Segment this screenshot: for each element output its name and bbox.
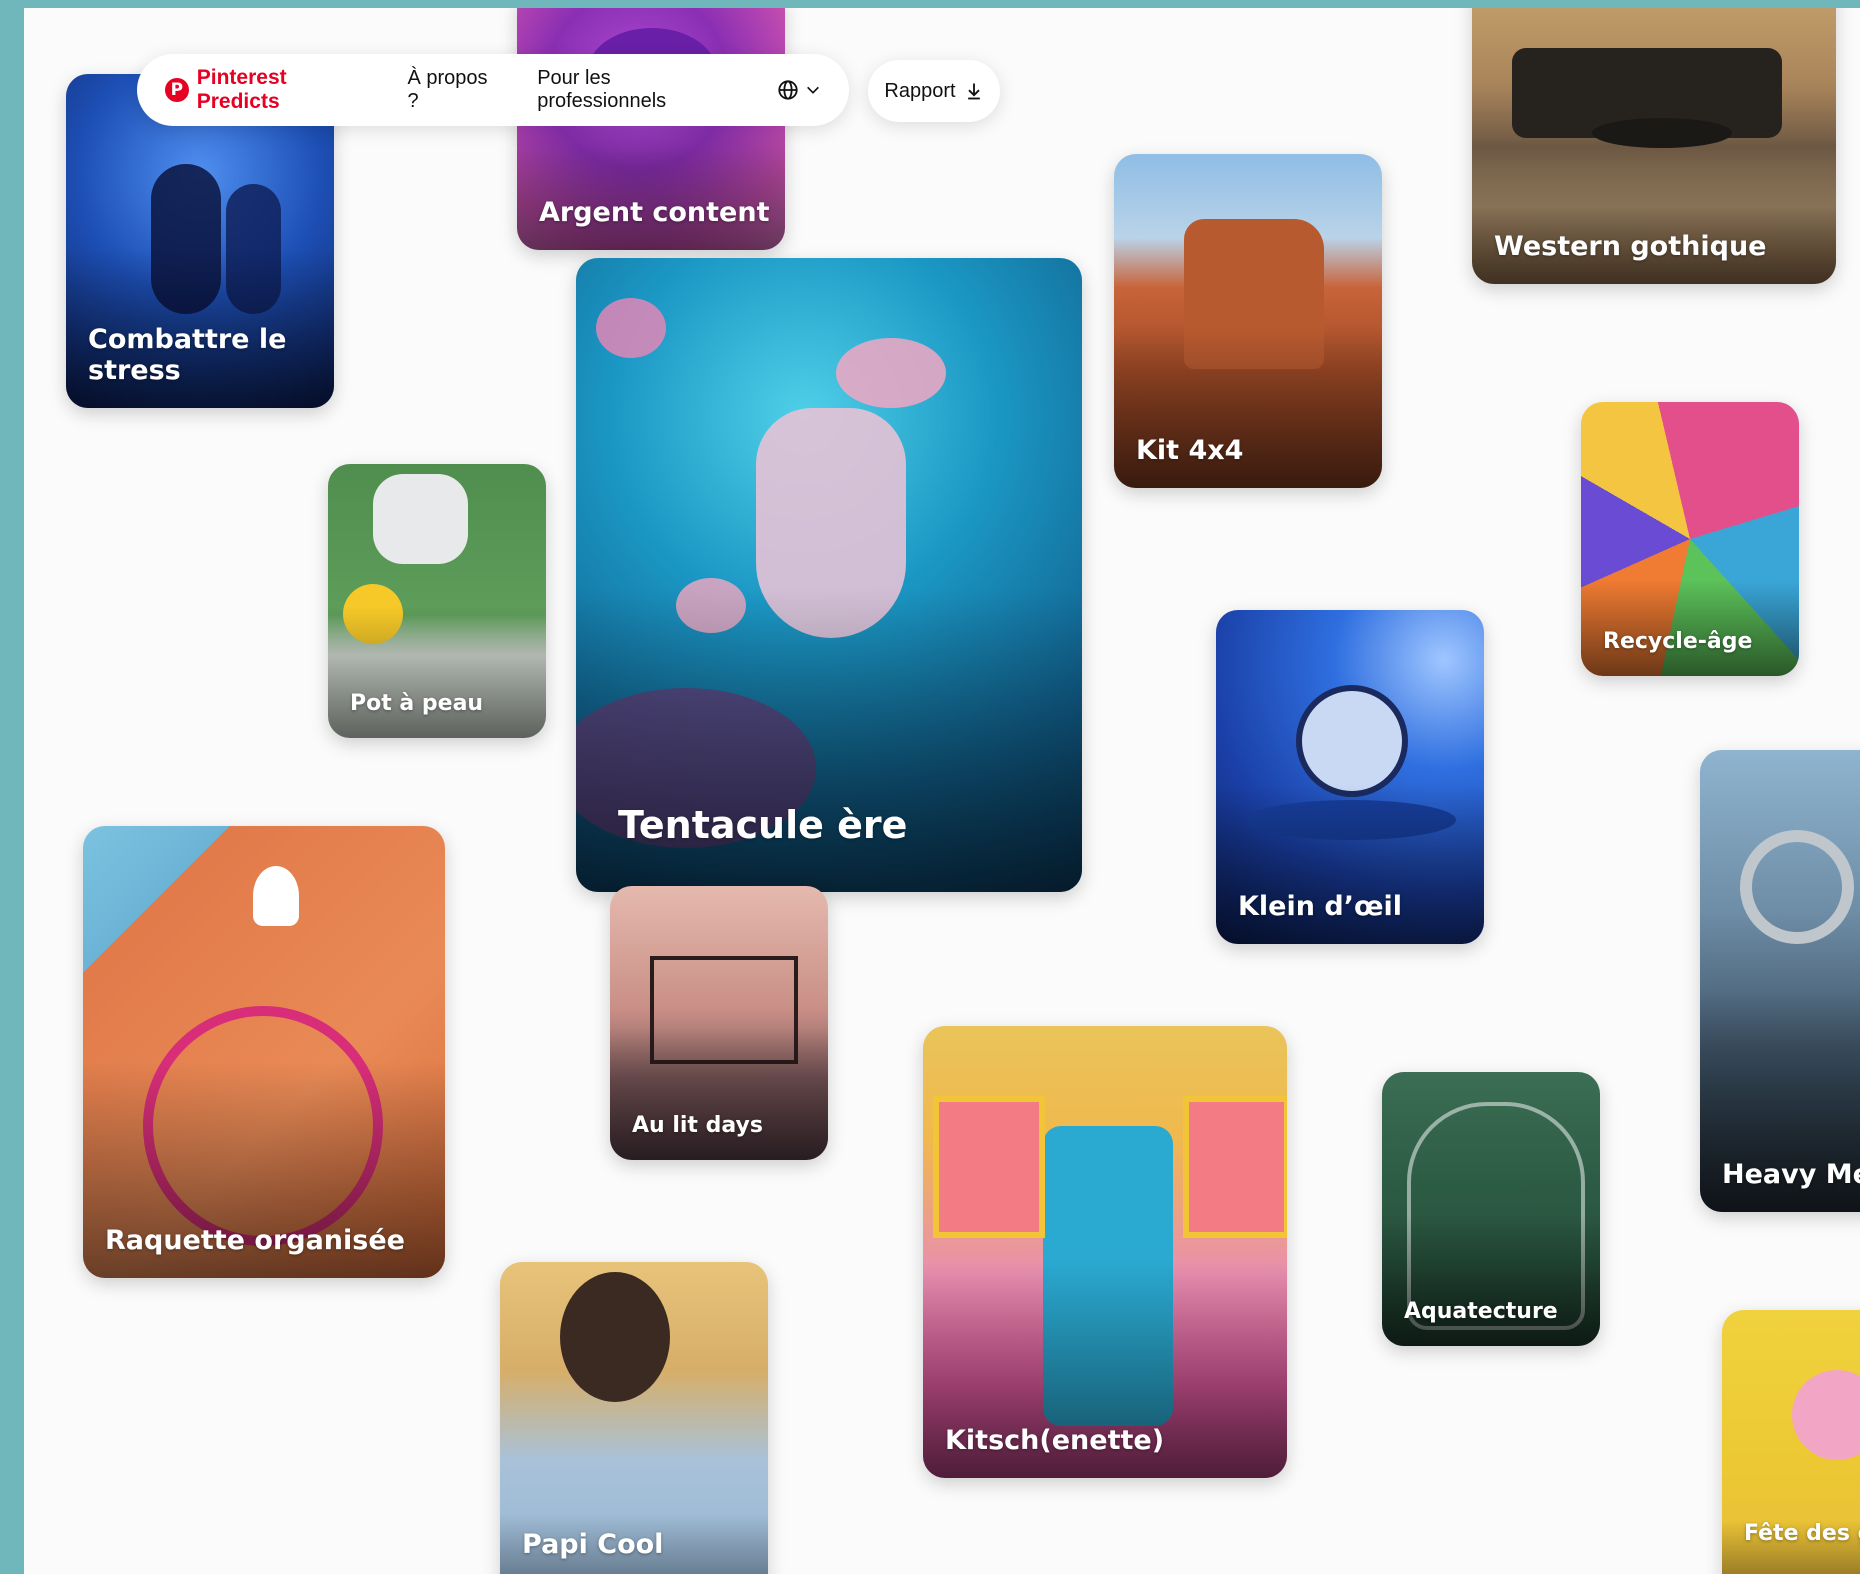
language-selector[interactable] xyxy=(777,79,821,101)
cabinet xyxy=(933,1096,1045,1238)
trend-card-fete-des-go[interactable]: Fête des go xyxy=(1722,1310,1860,1574)
trend-label: Klein d’œil xyxy=(1238,890,1403,922)
trend-card-papi-cool[interactable]: Papi Cool xyxy=(500,1262,768,1574)
man-head xyxy=(560,1272,670,1402)
trend-label: Heavy Me xyxy=(1722,1158,1860,1190)
pinterest-p-icon: P xyxy=(165,78,189,102)
trend-card-kit-4x4[interactable]: Kit 4x4 xyxy=(1114,154,1382,488)
mirror xyxy=(373,474,468,564)
trend-card-heavy-me[interactable]: Heavy Me xyxy=(1700,750,1860,1212)
trends-canvas: Argent content Combattre le stress Weste… xyxy=(24,8,1860,1574)
jellyfish xyxy=(596,298,666,358)
trend-label: Au lit days xyxy=(632,1112,763,1138)
trend-card-recycle-age[interactable]: Recycle-âge xyxy=(1581,402,1799,676)
trend-card-aquatecture[interactable]: Aquatecture xyxy=(1382,1072,1600,1346)
trend-card-au-lit-days[interactable]: Au lit days xyxy=(610,886,828,1160)
top-nav: P Pinterest Predicts À propos ? Pour les… xyxy=(137,54,849,126)
chain-link xyxy=(1740,830,1854,944)
trend-label: Pot à peau xyxy=(350,690,484,716)
report-label: Rapport xyxy=(884,79,956,102)
trend-label: Recycle-âge xyxy=(1603,628,1753,654)
download-icon xyxy=(967,83,980,100)
trend-label: Kit 4x4 xyxy=(1136,434,1244,466)
nav-business-link[interactable]: Pour les professionnels xyxy=(537,67,743,113)
cabinet xyxy=(1183,1096,1287,1238)
trend-card-argent-content[interactable]: Argent content xyxy=(517,8,785,250)
trend-label: Raquette organisée xyxy=(105,1224,405,1256)
cake xyxy=(1792,1370,1860,1460)
trend-card-western-gothique[interactable]: Western gothique xyxy=(1472,8,1836,284)
trend-label: Aquatecture xyxy=(1404,1298,1558,1324)
chevron-down-icon xyxy=(807,86,819,94)
brand-name: Pinterest Predicts xyxy=(196,66,287,113)
trend-label: Tentacule ère xyxy=(618,803,908,848)
trend-card-klein-doeil[interactable]: Klein d’œil xyxy=(1216,610,1484,944)
globe-icon xyxy=(778,80,798,100)
trend-card-tentacule-ere[interactable]: Tentacule ère xyxy=(576,258,1082,892)
trend-label: Fête des go xyxy=(1744,1520,1860,1546)
trend-label: Argent content xyxy=(539,196,770,228)
trend-card-raquette-organisee[interactable]: Raquette organisée xyxy=(83,826,445,1278)
trend-card-kitschenette[interactable]: Kitsch(enette) xyxy=(923,1026,1287,1478)
trend-label: Kitsch(enette) xyxy=(945,1424,1165,1456)
trend-card-pot-a-peau[interactable]: Pot à peau xyxy=(328,464,546,738)
jellyfish xyxy=(836,338,946,408)
brand-logo[interactable]: P Pinterest Predicts xyxy=(165,66,373,114)
trend-label: Papi Cool xyxy=(522,1528,664,1560)
trend-label: Combattre le stress xyxy=(88,323,287,386)
compact-mirror xyxy=(1296,685,1408,797)
trend-label: Western gothique xyxy=(1494,230,1767,262)
nav-about-link[interactable]: À propos ? xyxy=(407,67,503,113)
report-download-button[interactable]: Rapport xyxy=(868,60,1000,122)
shuttlecock xyxy=(253,866,299,926)
